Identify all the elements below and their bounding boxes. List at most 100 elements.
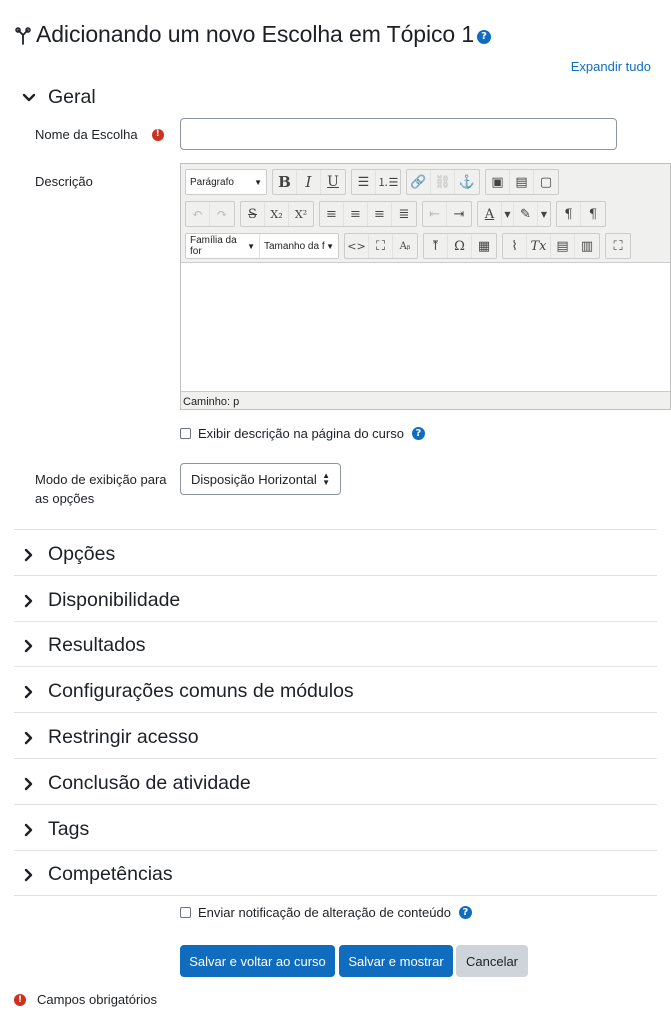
media-icon[interactable]: ▤ <box>510 170 534 194</box>
strikethrough-icon[interactable]: S <box>241 202 265 226</box>
chevron-right-icon <box>24 731 33 744</box>
section-competencias-toggle[interactable]: Competências <box>22 863 173 886</box>
dropdown-arrow-icon: ▼ <box>254 177 262 187</box>
required-fields-note: ! Campos obrigatórios <box>14 992 157 1007</box>
divider <box>14 575 657 576</box>
anchor-icon[interactable]: ⚓ <box>455 170 479 194</box>
text-color-icon[interactable]: A <box>478 202 502 226</box>
background-color-dropdown-icon[interactable]: ▼ <box>538 202 550 226</box>
fullscreen-icon[interactable]: ⛶ <box>606 234 630 258</box>
clean-icon[interactable]: ⌇ <box>503 234 527 258</box>
section-label: Opções <box>48 543 116 565</box>
bold-icon[interactable]: B <box>273 170 297 194</box>
help-icon[interactable]: ? <box>458 906 472 919</box>
outdent-icon[interactable]: ⇤ <box>423 202 447 226</box>
divider <box>14 529 657 530</box>
link-icon[interactable]: 🔗 <box>407 170 431 194</box>
section-opcoes-toggle[interactable]: Opções <box>22 543 115 566</box>
section-label: Tags <box>48 818 90 840</box>
section-geral-toggle[interactable]: Geral <box>22 86 96 109</box>
align-justify-icon[interactable]: ≣ <box>392 202 416 226</box>
bullet-list-icon[interactable]: ☰ <box>352 170 376 194</box>
notify-checkbox[interactable] <box>180 907 191 918</box>
special-char-icon[interactable]: Ω <box>448 234 472 258</box>
align-center-icon[interactable]: ≡ <box>344 202 368 226</box>
numbered-list-icon[interactable]: ⒈☰ <box>376 170 400 194</box>
ltr-icon[interactable]: ¶ <box>557 202 581 226</box>
manage-files-icon[interactable]: ▢ <box>534 170 558 194</box>
rtl-icon[interactable]: ¶ <box>581 202 605 226</box>
toolbar-group-font: Família da for ▼ Tamanho da f ▼ <box>185 233 339 259</box>
replace-icon[interactable]: Aᵦ <box>393 234 417 258</box>
section-tags-toggle[interactable]: Tags <box>22 818 89 841</box>
section-resultados-toggle[interactable]: Resultados <box>22 634 146 657</box>
show-description-row: Exibir descrição na página do curso ? <box>180 426 425 441</box>
toolbar-group-links: 🔗 ⛓ ⚓ <box>406 169 480 195</box>
font-size-select[interactable]: Tamanho da f ▼ <box>260 234 338 258</box>
insert-icon[interactable]: ⤒ <box>424 234 448 258</box>
find-icon[interactable]: ⛶ <box>369 234 393 258</box>
toolbar-group-cleanup: ⌇ Tx ▤ ▥ <box>502 233 600 259</box>
toolbar-group-direction: ¶ ¶ <box>556 201 606 227</box>
underline-icon[interactable]: U <box>321 170 345 194</box>
help-icon[interactable]: ? <box>477 30 492 44</box>
subscript-icon[interactable]: X₂ <box>265 202 289 226</box>
dropdown-arrow-icon: ▼ <box>326 241 334 251</box>
superscript-icon[interactable]: X² <box>289 202 313 226</box>
name-field-label: Nome da Escolha ! <box>35 125 164 144</box>
image-icon[interactable]: ▣ <box>486 170 510 194</box>
chevron-right-icon <box>24 685 33 698</box>
font-family-select[interactable]: Família da for ▼ <box>186 234 260 258</box>
text-color-dropdown-icon[interactable]: ▼ <box>502 202 514 226</box>
description-label: Descrição <box>35 174 93 189</box>
italic-icon[interactable]: I <box>297 170 321 194</box>
save-display-button[interactable]: Salvar e mostrar <box>339 945 453 977</box>
align-right-icon[interactable]: ≡ <box>368 202 392 226</box>
name-input[interactable] <box>180 118 617 150</box>
indent-icon[interactable]: ⇥ <box>447 202 471 226</box>
undo-icon[interactable]: ↶ <box>186 202 210 226</box>
divider <box>14 758 657 759</box>
help-icon[interactable]: ? <box>411 427 425 440</box>
editor-toolbar-row-1: Parágrafo ▼ B I U ☰ ⒈☰ 🔗 ⛓ ⚓ ▣ ▤ ▢ <box>185 169 564 195</box>
chevron-right-icon <box>24 823 33 836</box>
section-config-comuns-toggle[interactable]: Configurações comuns de módulos <box>22 680 354 703</box>
toolbar-group-view: ⛶ <box>605 233 631 259</box>
rich-text-editor: Parágrafo ▼ B I U ☰ ⒈☰ 🔗 ⛓ ⚓ ▣ ▤ ▢ ↶ ↷ S… <box>180 163 671 410</box>
toolbar-group-script: S X₂ X² <box>240 201 314 227</box>
background-color-icon[interactable]: ✎ <box>514 202 538 226</box>
font-size-value: Tamanho da f <box>264 240 325 252</box>
align-left-icon[interactable]: ≡ <box>320 202 344 226</box>
expand-all-link[interactable]: Expandir tudo <box>571 59 651 74</box>
section-conclusao-toggle[interactable]: Conclusão de atividade <box>22 772 251 795</box>
page-title: Adicionando um novo Escolha em Tópico 1 <box>36 20 475 47</box>
redo-icon[interactable]: ↷ <box>210 202 234 226</box>
editor-content-area[interactable] <box>181 262 670 392</box>
required-icon: ! <box>14 993 26 1006</box>
toolbar-group-format: Parágrafo ▼ <box>185 169 267 195</box>
table-icon[interactable]: ▦ <box>472 234 496 258</box>
paste-word-icon[interactable]: ▥ <box>575 234 599 258</box>
divider <box>14 804 657 805</box>
unlink-icon[interactable]: ⛓ <box>431 170 455 194</box>
cancel-button[interactable]: Cancelar <box>456 945 528 977</box>
notify-label: Enviar notificação de alteração de conte… <box>198 905 451 920</box>
toolbar-group-insert: ⤒ Ω ▦ <box>423 233 497 259</box>
save-return-button[interactable]: Salvar e voltar ao curso <box>180 945 335 977</box>
show-description-checkbox[interactable] <box>180 428 191 439</box>
section-label: Disponibilidade <box>48 589 181 611</box>
chevron-down-icon <box>22 93 36 101</box>
display-mode-select[interactable]: Disposição Horizontal ▲ ▼ <box>180 463 341 495</box>
code-icon[interactable]: <> <box>345 234 369 258</box>
section-disponibilidade-toggle[interactable]: Disponibilidade <box>22 589 180 612</box>
section-restringir-toggle[interactable]: Restringir acesso <box>22 726 199 749</box>
toolbar-group-color: A ▼ ✎ ▼ <box>477 201 551 227</box>
show-description-label: Exibir descrição na página do curso <box>198 426 404 441</box>
divider <box>14 850 657 851</box>
paste-text-icon[interactable]: ▤ <box>551 234 575 258</box>
paragraph-select[interactable]: Parágrafo ▼ <box>186 170 266 194</box>
clear-format-icon[interactable]: Tx <box>527 234 551 258</box>
select-arrows-icon: ▲ ▼ <box>322 471 330 487</box>
section-label: Conclusão de atividade <box>48 772 251 794</box>
toolbar-group-style: B I U <box>272 169 346 195</box>
